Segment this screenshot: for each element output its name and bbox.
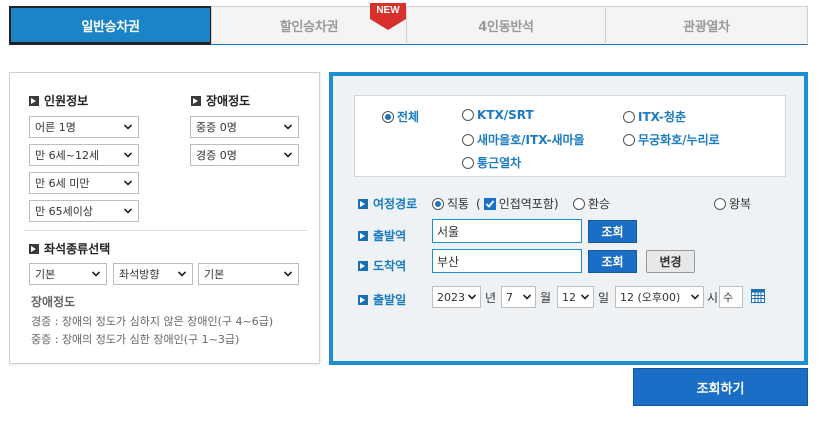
radio-selected-icon: [432, 197, 444, 210]
chevron-down-icon: [92, 271, 100, 277]
radio-selected-icon: [382, 110, 394, 123]
train-type-mugunghwa-radio[interactable]: 무궁화호/누리로: [623, 131, 720, 148]
bullet-arrow-icon: [29, 243, 39, 254]
train-type-ktx-radio[interactable]: KTX/SRT: [462, 108, 534, 122]
bullet-arrow-icon: [358, 230, 368, 241]
month-unit: 월: [540, 291, 552, 305]
chevron-down-icon: [124, 208, 132, 214]
radio-icon: [462, 133, 474, 146]
arrival-station-input[interactable]: 부산: [432, 249, 582, 273]
round-trip-radio[interactable]: 왕복: [714, 195, 751, 212]
hour-unit: 시: [707, 291, 719, 305]
route-direct-radio[interactable]: 직통: [432, 195, 469, 212]
chevron-down-icon: [284, 152, 292, 158]
tab-tour-train[interactable]: 관광열차: [605, 6, 808, 45]
passenger-info-title: 인원정보: [29, 92, 88, 109]
chevron-down-icon: [581, 294, 589, 300]
tab-general-ticket[interactable]: 일반승차권: [9, 6, 212, 45]
ticket-tabs: 일반승차권 할인승차권 NEW 4인동반석 관광열차: [9, 3, 808, 45]
chevron-down-icon: [284, 271, 292, 277]
train-type-box: 전체 KTX/SRT ITX-청춘 새마을호/ITX-새마을 무궁화호/누리로 …: [354, 95, 786, 177]
train-type-itx-cheongchun-radio[interactable]: ITX-청춘: [623, 108, 686, 125]
infant-count-select[interactable]: 만 6세 미만: [29, 172, 139, 194]
bullet-arrow-icon: [358, 294, 368, 305]
arrival-lookup-button[interactable]: 조회: [588, 250, 637, 273]
route-label: 여정경로: [358, 195, 417, 212]
day-unit: 일: [598, 291, 610, 305]
train-type-all-radio[interactable]: 전체: [382, 108, 419, 125]
disability-info-title: 장애정도: [31, 295, 76, 309]
new-badge: NEW: [370, 3, 406, 30]
section-divider: [24, 230, 307, 231]
hour-select[interactable]: 12 (오후00): [615, 286, 704, 308]
seat-option-select[interactable]: 기본: [198, 263, 299, 285]
departure-label: 출발역: [358, 227, 406, 244]
child-count-select[interactable]: 만 6세~12세: [29, 144, 139, 166]
disability-title: 장애정도: [191, 92, 250, 109]
departure-lookup-button[interactable]: 조회: [588, 220, 637, 243]
departure-date-label: 출발일: [358, 291, 406, 308]
seat-direction-select[interactable]: 좌석방향: [113, 263, 193, 285]
chevron-down-icon: [468, 294, 476, 300]
tab-four-seat[interactable]: 4인동반석: [406, 6, 606, 45]
bullet-arrow-icon: [358, 198, 368, 209]
radio-icon: [623, 133, 635, 146]
calendar-icon[interactable]: [751, 289, 765, 303]
arrival-label: 도착역: [358, 257, 406, 274]
route-transfer-radio[interactable]: 환승: [573, 195, 610, 212]
train-type-saemaeul-radio[interactable]: 새마을호/ITX-새마을: [462, 131, 585, 148]
chevron-down-icon: [284, 124, 292, 130]
chevron-down-icon: [124, 180, 132, 186]
checkbox-checked-icon: [483, 197, 496, 210]
chevron-down-icon: [523, 294, 531, 300]
year-select[interactable]: 2023: [432, 286, 481, 308]
chevron-down-icon: [691, 294, 699, 300]
radio-icon: [462, 109, 474, 121]
swap-stations-button[interactable]: 변경: [646, 250, 695, 273]
search-button[interactable]: 조회하기: [633, 368, 808, 406]
mild-disability-select[interactable]: 경증 0명: [190, 144, 299, 166]
tab-discount-ticket[interactable]: 할인승차권 NEW: [211, 3, 407, 45]
tab-label: 할인승차권: [279, 20, 339, 35]
adult-count-select[interactable]: 어른 1명: [29, 116, 139, 138]
disability-info-mild: 경증 : 장애의 정도가 심하지 않은 장애인(구 4~6급): [31, 315, 274, 328]
severe-disability-select[interactable]: 중증 0명: [190, 116, 299, 138]
bullet-arrow-icon: [29, 95, 39, 106]
disability-info-severe: 중증 : 장애의 정도가 심한 장애인(구 1~3급): [31, 333, 240, 346]
year-unit: 년: [485, 291, 497, 305]
tab-label: 일반승차권: [81, 19, 140, 35]
radio-icon: [714, 197, 726, 210]
adjacent-station-checkbox[interactable]: ( 인접역포함): [476, 195, 559, 212]
radio-icon: [462, 156, 474, 169]
passenger-panel: 인원정보 장애정도 어른 1명 만 6세~12세 만 6세 미만 만 65세이상…: [9, 72, 320, 364]
chevron-down-icon: [178, 271, 186, 277]
chevron-down-icon: [124, 124, 132, 130]
seat-type-title: 좌석종류선택: [29, 240, 110, 257]
radio-icon: [623, 110, 635, 123]
seat-type-select[interactable]: 기본: [29, 263, 107, 285]
search-panel: 전체 KTX/SRT ITX-청춘 새마을호/ITX-새마을 무궁화호/누리로 …: [329, 72, 808, 365]
radio-icon: [573, 197, 585, 210]
tab-label: 관광열차: [683, 20, 730, 35]
train-type-commuter-radio[interactable]: 통근열차: [462, 154, 521, 171]
senior-count-select[interactable]: 만 65세이상: [29, 200, 139, 222]
chevron-down-icon: [124, 152, 132, 158]
day-select[interactable]: 12: [557, 286, 594, 308]
bullet-arrow-icon: [358, 260, 368, 271]
departure-station-input[interactable]: 서울: [432, 219, 582, 243]
weekday-display: 수: [719, 286, 743, 308]
month-select[interactable]: 7: [501, 286, 536, 308]
bullet-arrow-icon: [191, 95, 201, 106]
tab-label: 4인동반석: [478, 20, 534, 35]
